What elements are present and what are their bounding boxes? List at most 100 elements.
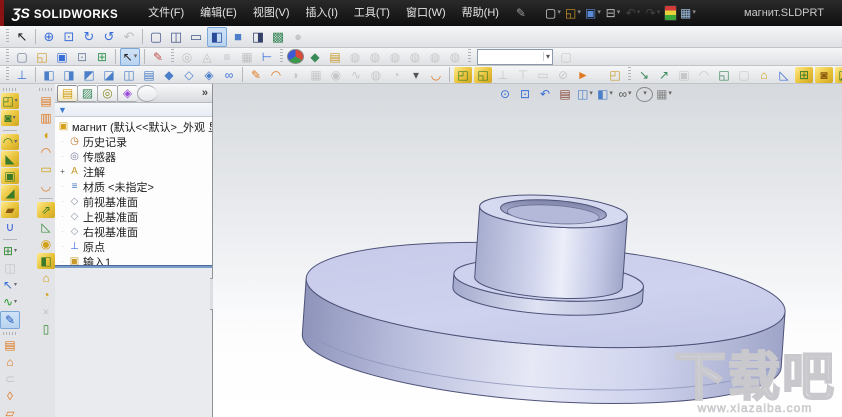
print-button-dropdown[interactable]: ▾ — [617, 5, 621, 21]
fillet-icon[interactable]: ◠ ▾ — [1, 134, 19, 150]
displaymanager-tab[interactable] — [137, 84, 157, 102]
filled-surface-icon[interactable]: ◡ — [37, 178, 55, 194]
sketched-bend-icon[interactable]: ▱ — [1, 405, 19, 417]
thread-button[interactable]: ⊤ — [514, 67, 532, 83]
view-orientation-button[interactable]: ◫ ▾ — [576, 86, 594, 102]
configuration-combobox[interactable]: ▾ — [477, 48, 553, 65]
wireframe-button[interactable]: ▢ — [147, 28, 165, 46]
roll-view-button[interactable]: ↺ — [100, 28, 118, 46]
freeform-spline-icon[interactable]: ∿ ▾ — [1, 294, 19, 310]
trim-surface-icon[interactable]: ◔ — [37, 287, 55, 303]
edge-flange-icon[interactable]: ⌂ — [1, 354, 19, 370]
graphics-area[interactable]: ⊙ ⊡ ↶ ▤ ◫ ▾ ◧ ▾ ∞ ▾ ▾ ▦ ▾ 下载吧 www.xiazaiba.com — [213, 84, 842, 417]
parting-surface-button[interactable]: ⌂ — [755, 67, 773, 83]
dimxpertmanager-tab[interactable]: ◈ — [117, 84, 137, 102]
display-style-button-dropdown[interactable]: ▾ — [609, 86, 613, 102]
boundary-surface-icon[interactable]: ▭ — [37, 161, 55, 177]
hide-show-items-button-dropdown[interactable]: ▾ — [628, 86, 632, 102]
flex-button[interactable]: ∿ — [347, 67, 365, 83]
view-trimetric-button[interactable]: ◈ — [200, 67, 218, 83]
texture-button[interactable]: ◆ — [306, 49, 324, 65]
jog-icon[interactable]: ◊ — [1, 388, 19, 404]
save-button-dropdown[interactable]: ▾ — [597, 5, 601, 21]
lofted-surface-icon[interactable]: ◠ — [37, 144, 55, 160]
import-button[interactable]: ↘ — [635, 67, 653, 83]
section-view-button[interactable]: ▤ — [556, 86, 574, 102]
thicken-icon[interactable]: ▯ — [37, 321, 55, 337]
edit-appearance-button-dropdown[interactable]: ▾ — [643, 86, 647, 102]
view-left-button[interactable]: ◩ — [80, 67, 98, 83]
extend-surface-icon[interactable]: ⌂ — [37, 270, 55, 286]
stylus-icon[interactable]: ✎ — [512, 5, 530, 21]
intersect-button[interactable]: ◍ — [367, 67, 385, 83]
open-document-button[interactable]: ◱ ▾ — [564, 5, 582, 21]
extruded-boss-icon[interactable]: ◰ ▾ — [1, 93, 19, 109]
rotate-view-button[interactable]: ↻ — [80, 28, 98, 46]
material-editor-button[interactable]: ▤ — [326, 49, 344, 65]
smart-dimension-button[interactable]: ◎ — [178, 49, 196, 65]
select-button[interactable]: ↖ — [13, 28, 31, 46]
zebra-stripes-button[interactable]: ◍ — [406, 49, 424, 65]
expander-icon[interactable]: + — [57, 167, 68, 176]
print-button[interactable]: ⊟ ▾ — [604, 5, 622, 21]
design-binder-button[interactable]: ▢ — [557, 49, 575, 65]
linear-pattern-icon-dropdown[interactable]: ▾ — [14, 243, 17, 259]
model-3d[interactable] — [213, 84, 842, 417]
redo-button[interactable]: ↷ ▾ — [644, 5, 662, 21]
extruded-boss-icon-dropdown[interactable]: ▾ — [15, 93, 18, 109]
curvature-button[interactable]: ◍ — [386, 49, 404, 65]
toolbar-drag-handle[interactable] — [171, 49, 174, 64]
deform-button[interactable]: ▦ — [307, 67, 325, 83]
rib-icon[interactable]: ▰ — [1, 202, 19, 218]
save-button[interactable]: ▣ ▾ — [584, 5, 602, 21]
display-style-button[interactable]: ◧ ▾ — [596, 86, 614, 102]
ruled-surface-button[interactable]: ◺ — [775, 67, 793, 83]
toolbar-drag-handle[interactable] — [468, 49, 471, 64]
zoom-fit-button[interactable]: ⊙ — [496, 86, 514, 102]
zoom-area-button[interactable]: ⊡ — [516, 86, 534, 102]
rebuild-traffic-light-button[interactable] — [663, 5, 677, 21]
view-isometric-button[interactable]: ◆ — [160, 67, 178, 83]
instant3d-wand-icon[interactable]: ↖ ▾ — [1, 277, 19, 293]
undo-button[interactable]: ↶ ▾ — [624, 5, 642, 21]
wrap-feature-icon[interactable]: ∪ — [1, 219, 19, 235]
check-entity-button[interactable]: ▣ — [675, 67, 693, 83]
revolved-boss-icon-dropdown[interactable]: ▾ — [13, 110, 16, 126]
split-button[interactable]: ◔ — [387, 67, 405, 83]
combobox-dropdown-arrow[interactable]: ▾ — [542, 52, 552, 61]
tree-item-sensors[interactable]: · ◎ 传感器 — [57, 149, 212, 164]
toolbar-drag-handle[interactable] — [628, 67, 631, 82]
indent-button[interactable]: ◉ — [327, 67, 345, 83]
base-flange-icon[interactable]: ▤ — [1, 337, 19, 353]
wrap-button[interactable]: ◗ — [287, 67, 305, 83]
deviation-analysis-button[interactable]: ◍ — [366, 49, 384, 65]
menu-window[interactable]: 窗口(W) — [398, 0, 454, 26]
make-assembly-button[interactable]: ⊞ — [93, 49, 111, 65]
menu-tools[interactable]: 工具(T) — [346, 0, 398, 26]
apply-scene-button[interactable]: ▦ ▾ — [655, 86, 673, 102]
dome-button[interactable]: ◠ — [267, 67, 285, 83]
filter-icon[interactable]: ▼ — [58, 105, 67, 115]
menu-view[interactable]: 视图(V) — [245, 0, 298, 26]
view-bottom-button[interactable]: ▤ — [140, 67, 158, 83]
tree-item-part[interactable]: ▣ магнит (默认<<默认>_外观 显 — [57, 119, 212, 134]
tree-item-top-plane[interactable]: · ◇ 上视基准面 — [57, 209, 212, 224]
move-copy-body-button[interactable]: ► — [574, 67, 592, 83]
menu-insert[interactable]: 插入(I) — [298, 0, 346, 26]
hide-show-items-button[interactable]: ∞ ▾ — [616, 86, 634, 102]
no-external-ref-button[interactable]: ⊘ — [554, 67, 572, 83]
tree-item-origin[interactable]: · ⊥ 原点 — [57, 239, 212, 254]
tree-item-annotations[interactable]: + A 注解 — [57, 164, 212, 179]
imported-geometry-button[interactable]: ◰ — [606, 67, 624, 83]
untrim-surface-icon[interactable]: × — [37, 304, 55, 320]
more-features-dropdown[interactable]: ▾ — [407, 67, 425, 83]
undercut-detection-button[interactable]: ◍ — [446, 49, 464, 65]
toolbar-drag-handle[interactable] — [39, 88, 53, 91]
planar-surface-icon[interactable]: ◧ — [37, 253, 55, 269]
ambient-occlusion-button[interactable]: ● — [289, 28, 307, 46]
make-drawing-button[interactable]: ⊡ — [73, 49, 91, 65]
curvature-check-button[interactable]: ◠ — [695, 67, 713, 83]
zoom-area-button[interactable]: ⊡ — [60, 28, 78, 46]
dimension-button[interactable]: ⊢ — [258, 49, 276, 65]
mirror-icon[interactable]: ◫ — [1, 260, 19, 276]
